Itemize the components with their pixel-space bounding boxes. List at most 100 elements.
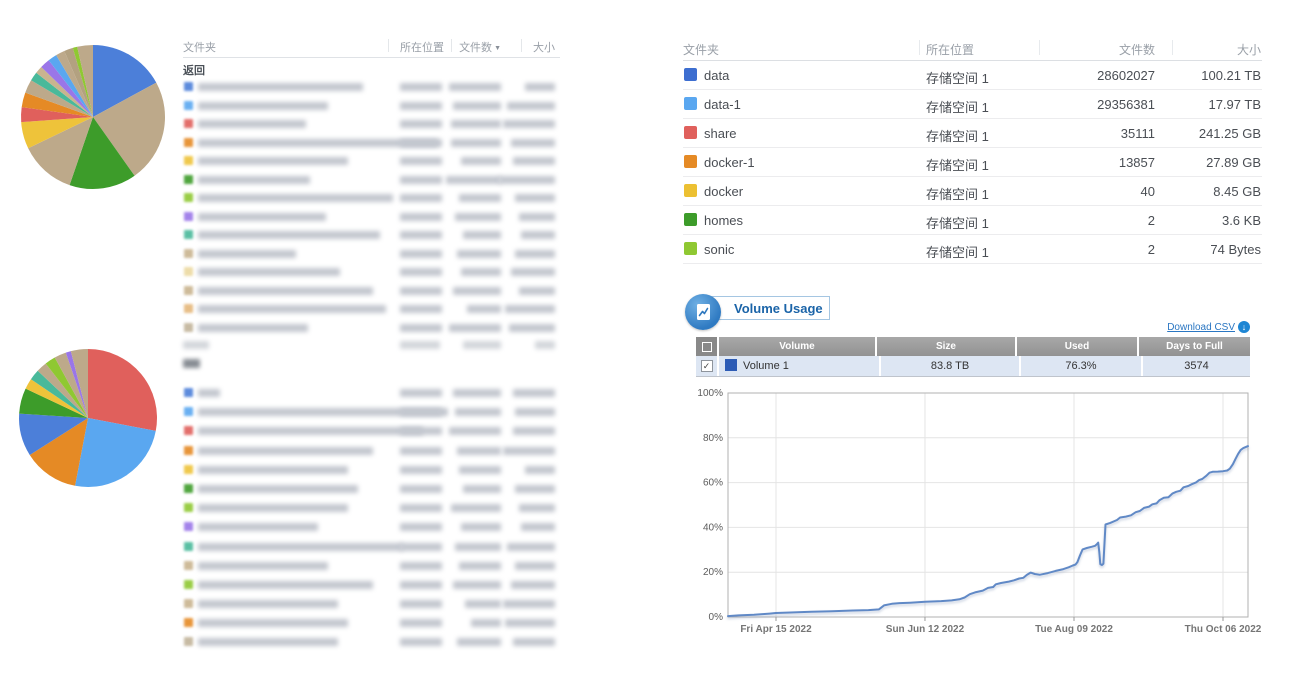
folder-color-icon bbox=[184, 388, 193, 397]
folder-size: 17.97 TB bbox=[1208, 97, 1261, 112]
folder-row[interactable] bbox=[183, 422, 560, 441]
redacted-text bbox=[463, 341, 501, 349]
redacted-text bbox=[198, 324, 308, 332]
column-header-filecount[interactable]: 文件数 bbox=[1119, 41, 1155, 58]
volume-checkbox[interactable]: ✓ bbox=[696, 356, 717, 376]
download-csv[interactable]: Download CSV ↓ bbox=[1167, 320, 1250, 334]
redacted-text bbox=[505, 619, 555, 627]
folder-row[interactable] bbox=[183, 557, 560, 576]
folder-color-icon bbox=[184, 212, 193, 221]
redacted-text bbox=[400, 408, 442, 416]
redacted-text bbox=[467, 305, 501, 313]
back-link-redacted[interactable] bbox=[183, 356, 560, 376]
column-divider bbox=[1039, 40, 1040, 55]
column-header-location[interactable]: 所在位置 bbox=[400, 39, 444, 55]
shared-folder-row[interactable]: data-1 存储空间 1 29356381 17.97 TB bbox=[683, 90, 1262, 119]
folder-color-icon bbox=[184, 82, 193, 91]
column-header-size[interactable]: 大小 bbox=[1237, 41, 1261, 58]
folder-row[interactable] bbox=[183, 442, 560, 461]
volume-usage-table: Volume Size Used Days to Full ✓ Volume 1… bbox=[696, 337, 1250, 377]
folder-name: data bbox=[704, 68, 729, 83]
folder-row[interactable] bbox=[183, 134, 560, 153]
redacted-text bbox=[459, 194, 501, 202]
folder-row[interactable] bbox=[183, 97, 560, 116]
column-header-volume: Volume bbox=[719, 337, 875, 356]
redacted-text bbox=[400, 287, 442, 295]
folder-row[interactable] bbox=[183, 319, 560, 338]
folder-row[interactable] bbox=[183, 171, 560, 190]
shared-folder-row[interactable]: data 存储空间 1 28602027 100.21 TB bbox=[683, 61, 1262, 90]
folder-row[interactable] bbox=[183, 282, 560, 301]
folder-row[interactable] bbox=[183, 480, 560, 499]
redacted-text bbox=[453, 102, 501, 110]
folder-color-icon bbox=[184, 446, 193, 455]
redacted-text bbox=[400, 562, 442, 570]
redacted-text bbox=[400, 389, 442, 397]
column-divider bbox=[919, 40, 920, 55]
folder-location: 存储空间 1 bbox=[926, 126, 989, 145]
folder-row[interactable] bbox=[183, 384, 560, 403]
redacted-text bbox=[198, 268, 340, 276]
folder-row[interactable] bbox=[183, 152, 560, 171]
volume-usage-line-chart: 0%20%40%60%80%100%Fri Apr 15 2022Sun Jun… bbox=[690, 388, 1262, 640]
folder-color-icon bbox=[184, 138, 193, 147]
folder-table-top-header: 文件夹 所在位置 文件数▼ 大小 bbox=[183, 36, 560, 58]
folder-name: data-1 bbox=[704, 97, 741, 112]
folder-row[interactable] bbox=[183, 538, 560, 557]
column-header-filecount[interactable]: 文件数▼ bbox=[459, 39, 501, 55]
redacted-text bbox=[515, 408, 555, 416]
redacted-text bbox=[400, 523, 442, 531]
folder-name: docker bbox=[704, 184, 743, 199]
shared-folder-row[interactable]: homes 存储空间 1 2 3.6 KB bbox=[683, 206, 1262, 235]
shared-folder-row[interactable]: docker-1 存储空间 1 13857 27.89 GB bbox=[683, 148, 1262, 177]
folder-file-count: 35111 bbox=[1121, 126, 1155, 141]
download-icon[interactable]: ↓ bbox=[1238, 321, 1250, 333]
redacted-text bbox=[509, 324, 555, 332]
redacted-text bbox=[513, 157, 555, 165]
folder-row[interactable] bbox=[183, 614, 560, 633]
redacted-text bbox=[198, 194, 393, 202]
column-header-folder[interactable]: 文件夹 bbox=[683, 41, 719, 58]
folder-color-icon bbox=[184, 119, 193, 128]
folder-row[interactable] bbox=[183, 595, 560, 614]
volume-row[interactable]: ✓ Volume 1 83.8 TB 76.3% 3574 bbox=[696, 356, 1250, 377]
redacted-text bbox=[457, 447, 501, 455]
shared-folder-row[interactable]: docker 存储空间 1 40 8.45 GB bbox=[683, 177, 1262, 206]
folder-row[interactable] bbox=[183, 115, 560, 134]
folder-row[interactable] bbox=[183, 226, 560, 245]
column-header-size[interactable]: 大小 bbox=[533, 39, 555, 55]
shared-folder-row[interactable]: sonic 存储空间 1 2 74 Bytes bbox=[683, 235, 1262, 264]
redacted-text bbox=[503, 120, 555, 128]
folder-row[interactable] bbox=[183, 461, 560, 480]
folder-color-icon bbox=[184, 323, 193, 332]
folder-row[interactable] bbox=[183, 499, 560, 518]
folder-row[interactable] bbox=[183, 633, 560, 652]
shared-folder-row[interactable]: share 存储空间 1 35111 241.25 GB bbox=[683, 119, 1262, 148]
folder-color-icon bbox=[184, 156, 193, 165]
folder-row[interactable] bbox=[183, 263, 560, 282]
redacted-text bbox=[465, 600, 501, 608]
redacted-text bbox=[511, 139, 555, 147]
redacted-text bbox=[463, 485, 501, 493]
folder-row[interactable] bbox=[183, 245, 560, 264]
folder-size: 27.89 GB bbox=[1206, 155, 1261, 170]
folder-location: 存储空间 1 bbox=[926, 242, 989, 261]
redacted-text bbox=[525, 83, 555, 91]
redacted-text bbox=[400, 157, 442, 165]
download-csv-label[interactable]: Download CSV bbox=[1167, 322, 1235, 333]
redacted-text bbox=[198, 83, 363, 91]
folder-color-icon bbox=[184, 465, 193, 474]
column-header-location[interactable]: 所在位置 bbox=[926, 41, 974, 58]
folder-row[interactable] bbox=[183, 518, 560, 537]
back-link[interactable]: 返回 bbox=[183, 58, 560, 78]
folder-row[interactable] bbox=[183, 78, 560, 97]
folder-color-icon bbox=[184, 249, 193, 258]
folder-row[interactable] bbox=[183, 189, 560, 208]
folder-row[interactable] bbox=[183, 208, 560, 227]
folder-row[interactable] bbox=[183, 576, 560, 595]
folder-row[interactable] bbox=[183, 300, 560, 319]
folder-row[interactable] bbox=[183, 403, 560, 422]
select-all-checkbox[interactable] bbox=[696, 337, 717, 356]
column-header-folder[interactable]: 文件夹 bbox=[183, 39, 216, 55]
redacted-text bbox=[198, 231, 380, 239]
